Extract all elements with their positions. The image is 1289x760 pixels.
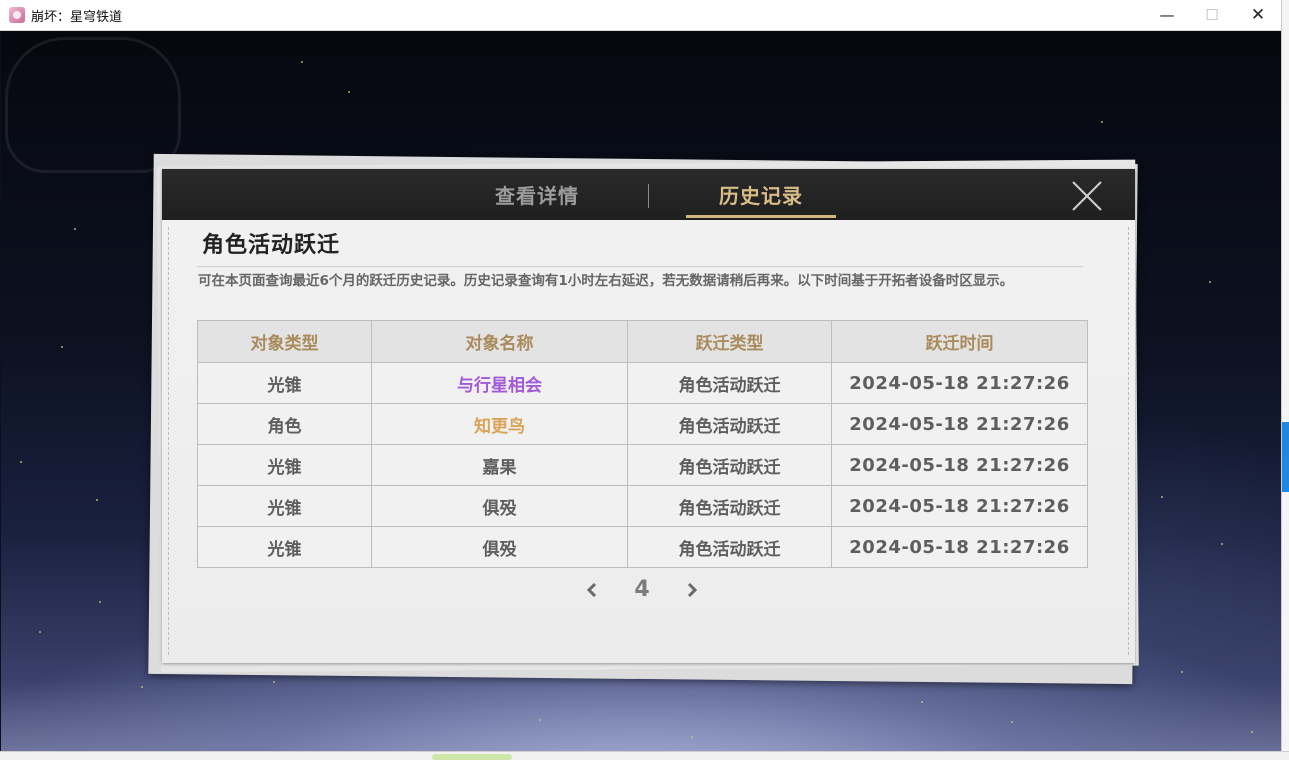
cell-object-type: 光锥 [197, 362, 372, 404]
warp-records-dialog: 查看详情 历史记录 角色活动跃迁 可在本页面查询最近6个月的跃迁历史记录。历史记… [162, 169, 1135, 663]
cell-object-type: 光锥 [197, 526, 372, 568]
cell-object-name: 知更鸟 [371, 403, 628, 445]
header-warp-time: 跃迁时间 [831, 320, 1088, 363]
app-icon [9, 7, 25, 23]
window-title: 崩坏：星穹铁道 [31, 8, 123, 24]
next-page-button[interactable] [682, 579, 702, 601]
cell-object-type: 光锥 [197, 444, 372, 486]
background-window-edge [1281, 0, 1289, 759]
tab-bar: 查看详情 历史记录 [162, 169, 1135, 220]
window-titlebar: 崩坏：星穹铁道 — ☐ ✕ [0, 0, 1281, 31]
dialog-close-button[interactable] [1067, 179, 1107, 213]
cell-warp-time: 2024-05-18 21:27:26 [831, 362, 1088, 404]
cell-warp-type: 角色活动跃迁 [627, 485, 832, 527]
cell-warp-type: 角色活动跃迁 [627, 444, 832, 486]
cell-object-type: 角色 [197, 403, 372, 445]
header-object-name: 对象名称 [371, 320, 628, 363]
header-warp-type: 跃迁类型 [627, 320, 832, 363]
chevron-right-icon [687, 582, 698, 598]
cell-object-name: 俱殁 [371, 485, 628, 527]
cell-object-type: 光锥 [197, 485, 372, 527]
window-close-button[interactable]: ✕ [1235, 0, 1281, 30]
close-icon [1072, 180, 1102, 211]
cell-warp-time: 2024-05-18 21:27:26 [831, 403, 1088, 445]
section-title: 角色活动跃迁 [202, 233, 341, 258]
cell-warp-time: 2024-05-18 21:27:26 [831, 444, 1088, 486]
current-page-number: 4 [634, 577, 650, 602]
cell-warp-type: 角色活动跃迁 [627, 403, 832, 445]
game-viewport: 查看详情 历史记录 角色活动跃迁 可在本页面查询最近6个月的跃迁历史记录。历史记… [1, 31, 1281, 751]
maximize-button[interactable]: ☐ [1189, 0, 1235, 30]
background-tag [432, 754, 512, 760]
table-header-row: 对象类型 对象名称 跃迁类型 跃迁时间 [197, 320, 1088, 363]
minimize-button[interactable]: — [1144, 0, 1190, 30]
background-accent [1282, 422, 1289, 492]
table-row: 光锥 俱殁 角色活动跃迁 2024-05-18 21:27:26 [197, 526, 1088, 568]
table-row: 角色 知更鸟 角色活动跃迁 2024-05-18 21:27:26 [197, 403, 1088, 445]
cell-object-name: 与行星相会 [371, 362, 628, 404]
tab-view-details[interactable]: 查看详情 [462, 169, 612, 220]
table-row: 光锥 与行星相会 角色活动跃迁 2024-05-18 21:27:26 [197, 362, 1088, 404]
cell-warp-time: 2024-05-18 21:27:26 [831, 485, 1088, 527]
tab-history[interactable]: 历史记录 [686, 169, 836, 220]
tab-divider [648, 184, 649, 208]
section-description: 可在本页面查询最近6个月的跃迁历史记录。历史记录查询有1小时左右延迟，若无数据请… [198, 273, 1014, 289]
cell-object-name: 嘉果 [371, 444, 628, 486]
pagination: 4 [572, 573, 722, 609]
cell-warp-time: 2024-05-18 21:27:26 [831, 526, 1088, 568]
active-tab-indicator [686, 215, 836, 218]
title-divider [197, 266, 1083, 267]
warp-records-table: 对象类型 对象名称 跃迁类型 跃迁时间 光锥 与行星相会 角色活动跃迁 2024… [197, 320, 1088, 568]
cell-object-name: 俱殁 [371, 526, 628, 568]
header-object-type: 对象类型 [197, 320, 372, 363]
background-doodle [5, 37, 181, 173]
table-row: 光锥 嘉果 角色活动跃迁 2024-05-18 21:27:26 [197, 444, 1088, 486]
cell-warp-type: 角色活动跃迁 [627, 362, 832, 404]
cell-warp-type: 角色活动跃迁 [627, 526, 832, 568]
table-row: 光锥 俱殁 角色活动跃迁 2024-05-18 21:27:26 [197, 485, 1088, 527]
prev-page-button[interactable] [582, 579, 602, 601]
chevron-left-icon [586, 582, 597, 598]
